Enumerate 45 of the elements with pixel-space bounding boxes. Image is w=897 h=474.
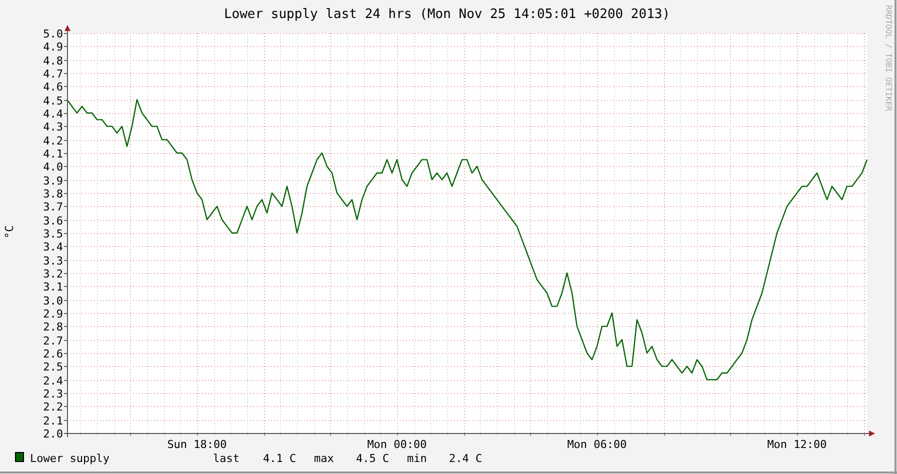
legend-stat-label: max: [314, 452, 334, 465]
legend-stat-label: min: [407, 452, 427, 465]
y-tick-label: 2.4: [43, 374, 63, 388]
y-tick-label: 2.6: [43, 348, 63, 360]
y-tick-label: 5.0: [43, 28, 63, 40]
y-tick-label: 3.2: [43, 268, 63, 280]
y-tick-label: 4.3: [43, 120, 63, 134]
y-tick-label: 2.0: [43, 428, 63, 440]
y-tick-label: 4.4: [43, 108, 63, 120]
y-tick-label: 2.2: [43, 400, 63, 414]
y-tick-label: 2.9: [43, 308, 63, 320]
legend-label: Lower supply: [30, 452, 110, 465]
y-tick-label: 3.5: [43, 228, 63, 240]
y-tick-label: 2.1: [43, 414, 63, 428]
y-tick-label: 4.5: [43, 94, 63, 108]
y-tick-label: 4.6: [43, 80, 63, 94]
legend-stat-value: 4.5 C: [356, 452, 390, 465]
x-tick-label: Sun 18:00: [167, 438, 227, 451]
y-tick-label: 3.6: [43, 214, 63, 228]
y-tick-label: 2.7: [43, 334, 63, 348]
credit-text: RRDTOOL / TOBI OETIKER: [884, 5, 893, 111]
y-tick-label: 4.8: [43, 54, 63, 68]
y-tick-label: 2.3: [43, 388, 63, 400]
y-axis-label: °C: [3, 225, 16, 239]
y-tick-label: 4.2: [43, 134, 63, 148]
y-tick-label: 4.1: [43, 148, 63, 160]
y-tick-label: 3.1: [43, 280, 63, 294]
chart-title: Lower supply last 24 hrs (Mon Nov 25 14:05:01 +0200 2013): [224, 7, 670, 22]
y-tick-label: 3.8: [43, 188, 63, 200]
y-tick-label: 2.5: [43, 360, 63, 374]
y-tick-label: 3.3: [43, 254, 63, 268]
legend-stat-value: 2.4 C: [449, 452, 482, 465]
y-tick-label: 3.7: [43, 200, 63, 214]
y-tick-label: 3.4: [43, 240, 63, 254]
y-tick-label: 3.9: [43, 174, 63, 188]
y-tick-label: 4.9: [43, 40, 63, 54]
y-tick-label: 4.7: [43, 68, 63, 80]
x-tick-label: Mon 06:00: [567, 438, 627, 451]
x-tick-label: Mon 00:00: [367, 438, 427, 451]
y-tick-label: 3.0: [43, 294, 63, 308]
y-tick-label: 2.8: [43, 320, 63, 334]
legend-stat-value: 4.1 C: [263, 452, 296, 465]
legend-stat-label: last: [213, 452, 240, 465]
y-tick-label: 4.0: [43, 160, 63, 174]
x-tick-label: Mon 12:00: [767, 438, 827, 451]
